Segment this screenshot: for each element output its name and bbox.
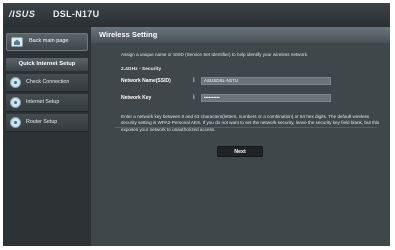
sidebar-item-label: Router Setup xyxy=(26,119,58,125)
back-main-page-label: Back main page xyxy=(29,38,69,44)
globe-icon xyxy=(10,77,21,88)
home-icon xyxy=(11,37,23,47)
section-title: 2.4GHz - Security xyxy=(121,67,162,72)
globe-icon xyxy=(10,117,21,128)
asus-logo: /ISUS xyxy=(9,9,36,19)
network-key-description: Enter a network key between 8 and 63 cha… xyxy=(121,114,380,132)
sidebar-item-label: Internet Setup xyxy=(26,99,60,105)
sidebar-item-router-setup[interactable]: Router Setup xyxy=(6,114,88,132)
intro-text: Assign a unique name or SSID (Service Se… xyxy=(121,52,309,57)
info-icon[interactable]: ⅰ xyxy=(193,95,198,102)
sidebar-item-label: Check Connection xyxy=(26,79,70,85)
next-button[interactable]: Next xyxy=(217,146,263,157)
network-key-input[interactable]: •••••••••• xyxy=(201,94,331,102)
globe-icon xyxy=(10,97,21,108)
sidebar: Back main page Quick Internet Setup Chec… xyxy=(3,27,91,246)
network-name-input[interactable]: ASUSDSL-N17U xyxy=(201,77,331,85)
router-setup-window: /ISUS DSL-N17U Back main page Quick Inte… xyxy=(3,3,390,246)
network-name-label: Network Name(SSID) xyxy=(121,78,171,84)
quick-setup-title: Quick Internet Setup xyxy=(6,58,88,71)
main-panel: Wireless Setting Assign a unique name or… xyxy=(91,27,390,246)
model-name: DSL-N17U xyxy=(53,9,100,19)
panel-header: Wireless Setting xyxy=(91,27,390,43)
network-key-label: Network Key xyxy=(121,95,152,101)
sidebar-item-internet-setup[interactable]: Internet Setup xyxy=(6,94,88,112)
sidebar-item-check-connection[interactable]: Check Connection xyxy=(6,74,88,92)
info-icon[interactable]: ⅰ xyxy=(193,78,198,85)
page-title: Wireless Setting xyxy=(99,30,158,39)
top-bar: /ISUS DSL-N17U xyxy=(3,3,390,27)
back-main-page-button[interactable]: Back main page xyxy=(6,33,88,51)
